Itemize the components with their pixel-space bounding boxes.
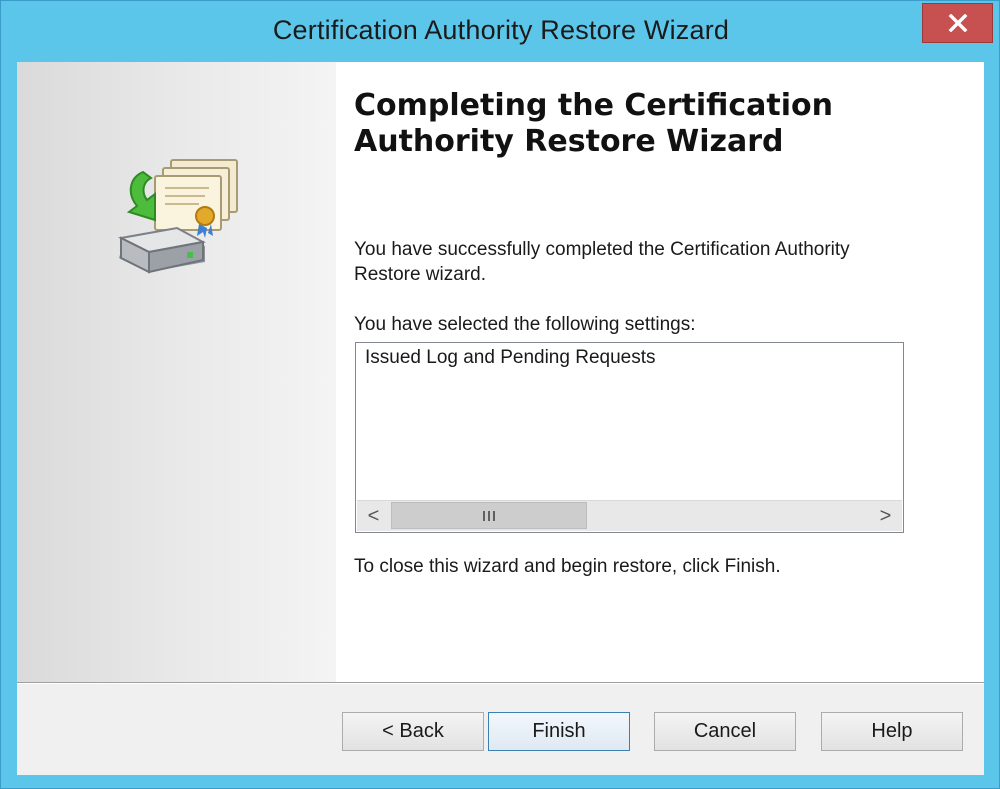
list-item[interactable]: Issued Log and Pending Requests — [365, 347, 656, 369]
scroll-right-button[interactable]: > — [869, 501, 902, 531]
scroll-thumb[interactable] — [391, 502, 587, 529]
finish-button[interactable]: Finish — [488, 712, 630, 751]
window-title: Certification Authority Restore Wizard — [272, 15, 730, 45]
page-title: Completing the Certification Authority R… — [354, 88, 834, 159]
cancel-button[interactable]: Cancel — [654, 712, 796, 751]
intro-text: You have successfully completed the Cert… — [354, 239, 850, 285]
back-button[interactable]: < Back — [342, 712, 484, 751]
settings-label: You have selected the following settings… — [354, 314, 696, 335]
wizard-side-panel — [17, 62, 336, 682]
divider — [17, 682, 984, 684]
certificate-restore-icon — [109, 154, 249, 289]
help-button[interactable]: Help — [821, 712, 963, 751]
settings-listbox[interactable]: Issued Log and Pending Requests < > — [355, 342, 904, 533]
horizontal-scrollbar[interactable]: < > — [357, 500, 902, 531]
close-button[interactable] — [922, 3, 993, 43]
grip-icon — [483, 510, 495, 521]
title-bar[interactable]: Certification Authority Restore Wizard — [1, 1, 1000, 61]
chevron-right-icon: > — [879, 504, 892, 527]
wizard-window: Certification Authority Restore Wizard C… — [0, 0, 1000, 789]
wizard-body: Completing the Certification Authority R… — [17, 62, 984, 775]
closing-note: To close this wizard and begin restore, … — [354, 556, 781, 577]
scroll-left-button[interactable]: < — [357, 501, 390, 531]
close-icon — [948, 14, 967, 32]
chevron-left-icon: < — [367, 504, 380, 527]
